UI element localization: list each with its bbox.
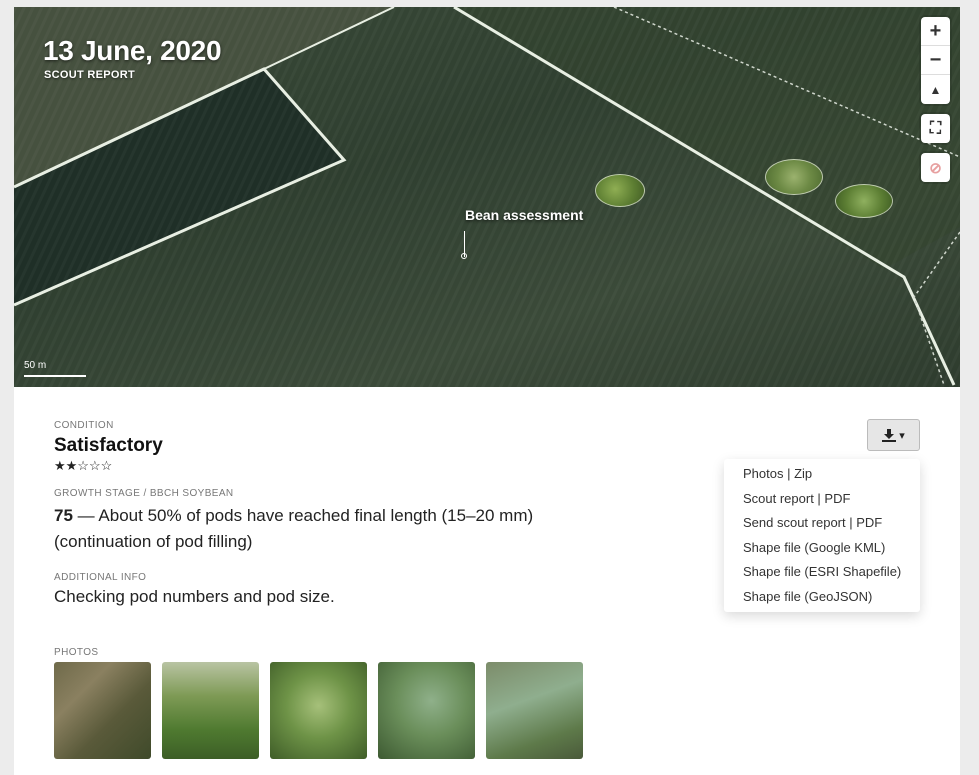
scale-bar	[24, 375, 86, 377]
fullscreen-control: ⛶	[921, 114, 950, 143]
download-button[interactable]: ▾	[867, 419, 920, 451]
menu-item-shape-kml[interactable]: Shape file (Google KML)	[724, 536, 920, 561]
map-photo-marker[interactable]	[595, 174, 645, 207]
growth-stage-code: 75	[54, 506, 73, 525]
zoom-controls: + − ▲	[921, 17, 950, 104]
layer-off-icon[interactable]: ⊘	[921, 153, 950, 182]
additional-info-label: ADDITIONAL INFO	[54, 572, 147, 583]
menu-item-send-scout-report[interactable]: Send scout report | PDF	[724, 511, 920, 536]
menu-item-scout-report-pdf[interactable]: Scout report | PDF	[724, 487, 920, 512]
condition-rating-stars: ★★☆☆☆	[54, 458, 113, 473]
condition-label: CONDITION	[54, 420, 114, 431]
photo-thumbnail[interactable]	[486, 662, 583, 759]
condition-value: Satisfactory	[54, 435, 163, 456]
photos-section: PHOTOS	[54, 647, 583, 759]
report-type: SCOUT REPORT	[44, 69, 135, 81]
zoom-in-button[interactable]: +	[921, 17, 950, 46]
photo-thumbnail[interactable]	[54, 662, 151, 759]
zoom-out-button[interactable]: −	[921, 46, 950, 75]
growth-stage-text: 75 — About 50% of pods have reached fina…	[54, 503, 634, 555]
layer-control: ⊘	[921, 153, 950, 182]
photo-thumbnail[interactable]	[378, 662, 475, 759]
menu-item-shape-geojson[interactable]: Shape file (GeoJSON)	[724, 585, 920, 610]
marker-label[interactable]: Bean assessment	[465, 207, 583, 223]
photo-thumbnail[interactable]	[270, 662, 367, 759]
report-details: CONDITION Satisfactory ★★☆☆☆ GROWTH STAG…	[54, 420, 634, 607]
compass-icon[interactable]: ▲	[921, 75, 950, 104]
satellite-map[interactable]: 13 June, 2020 SCOUT REPORT Bean assessme…	[14, 7, 960, 387]
photos-label: PHOTOS	[54, 647, 99, 658]
download-icon	[882, 428, 897, 442]
map-photo-marker[interactable]	[835, 184, 893, 218]
marker-pin-icon[interactable]	[461, 253, 467, 259]
photo-thumbnail[interactable]	[162, 662, 259, 759]
growth-stage-description: — About 50% of pods have reached final l…	[54, 506, 534, 551]
scale-label: 50 m	[24, 360, 47, 371]
menu-item-shape-esri[interactable]: Shape file (ESRI Shapefile)	[724, 560, 920, 585]
report-date: 13 June, 2020	[43, 35, 222, 66]
photo-gallery	[54, 662, 583, 759]
menu-item-photos-zip[interactable]: Photos | Zip	[724, 462, 920, 487]
chevron-down-icon: ▾	[899, 429, 905, 442]
growth-stage-label: GROWTH STAGE / BBCH SOYBEAN	[54, 488, 234, 499]
additional-info-text: Checking pod numbers and pod size.	[54, 587, 335, 606]
map-photo-marker[interactable]	[765, 159, 823, 195]
fullscreen-icon[interactable]: ⛶	[921, 114, 950, 143]
download-menu: Photos | Zip Scout report | PDF Send sco…	[724, 459, 920, 612]
report-page: 13 June, 2020 SCOUT REPORT Bean assessme…	[14, 7, 960, 775]
